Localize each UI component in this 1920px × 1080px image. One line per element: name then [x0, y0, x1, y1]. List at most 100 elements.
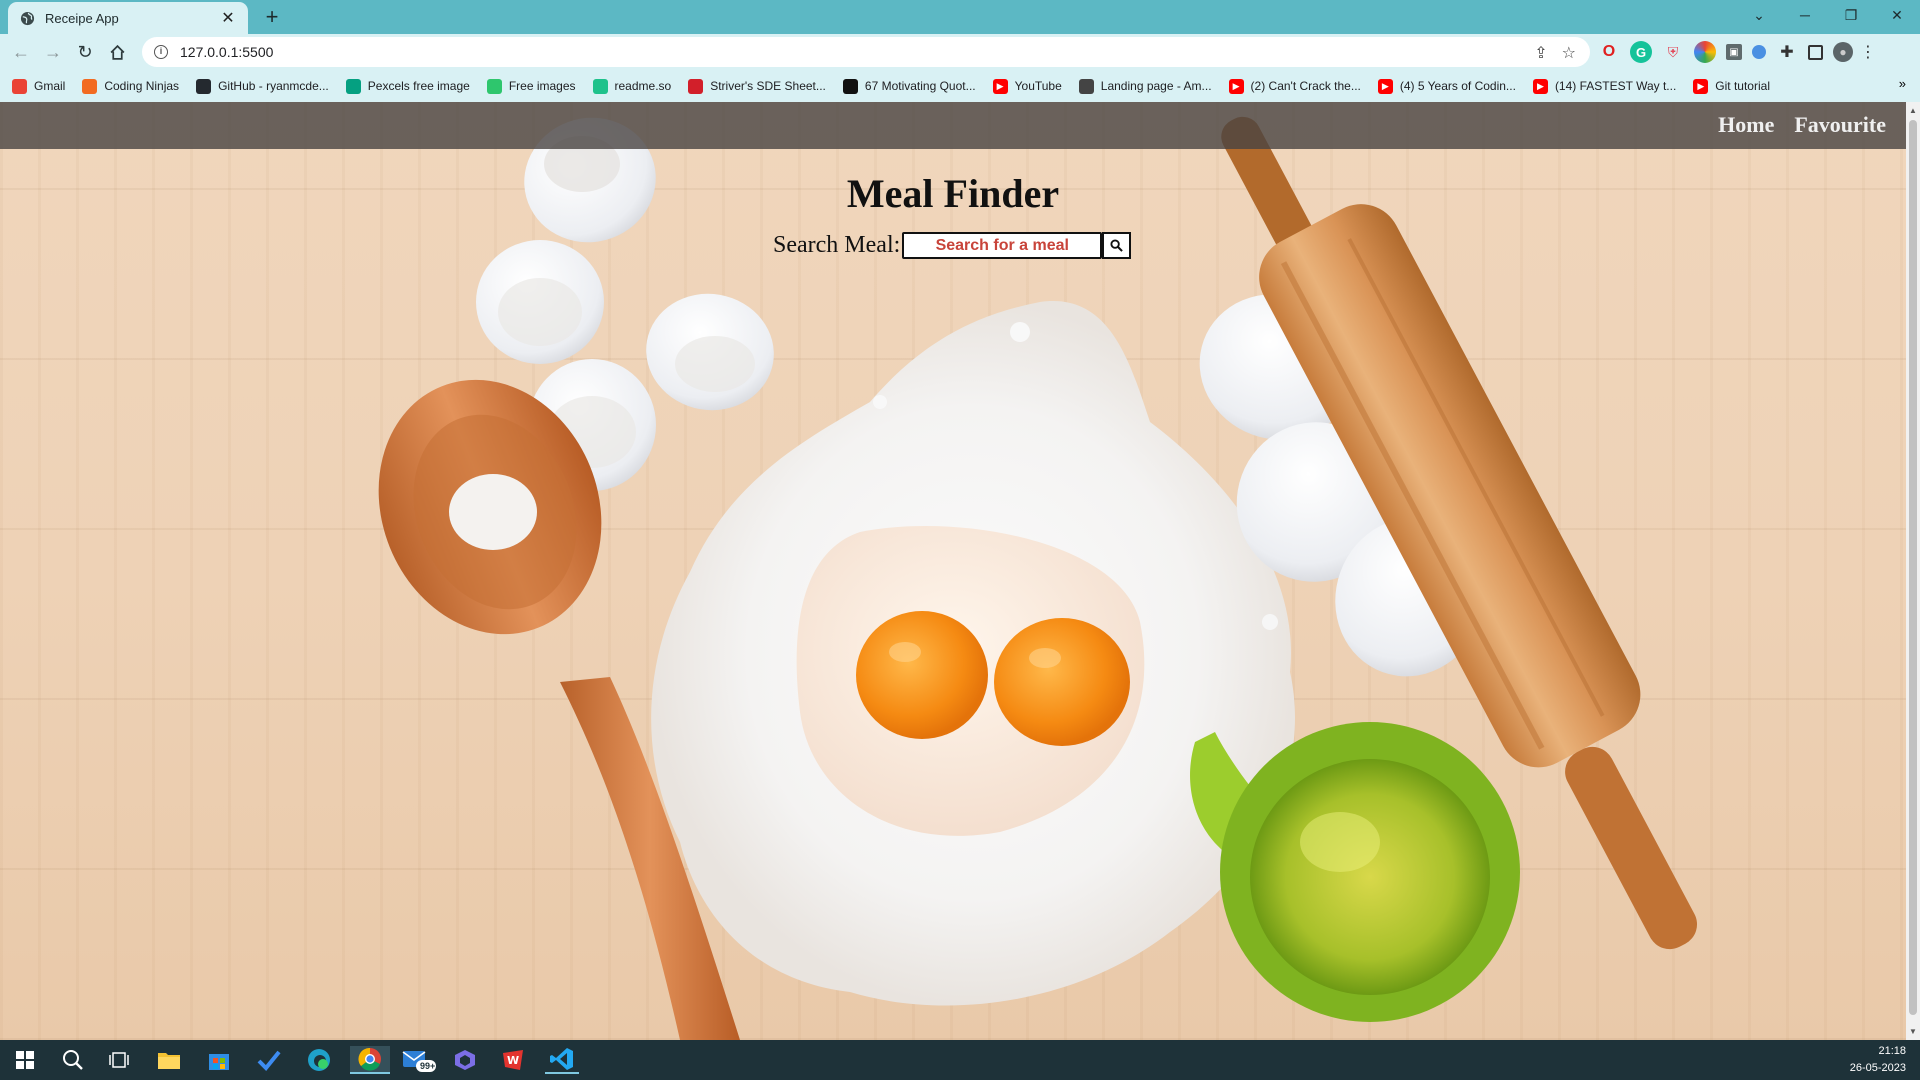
bookmark-label: (14) FASTEST Way t...	[1554, 79, 1677, 93]
avatar[interactable]: ●	[1833, 42, 1853, 62]
bookmark-item[interactable]: ▶ (4) 5 Years of Codin...	[1377, 78, 1516, 94]
scroll-up-icon[interactable]: ▲	[1909, 106, 1917, 115]
site-info-icon[interactable]: i	[154, 45, 168, 59]
bookmark-label: Striver's SDE Sheet...	[710, 79, 826, 93]
bookmark-label: Git tutorial	[1715, 79, 1770, 93]
hourglass-icon	[842, 78, 858, 94]
mail-badge: 99+	[420, 1061, 436, 1071]
bookmark-item[interactable]: ▶ (2) Can't Crack the...	[1228, 78, 1361, 94]
bookmark-item[interactable]: ▶ (14) FASTEST Way t...	[1532, 78, 1677, 94]
site-navbar: Home Favourite	[0, 102, 1906, 149]
back-icon[interactable]: ←	[8, 39, 34, 65]
bookmark-item[interactable]: Landing page - Am...	[1078, 78, 1212, 94]
url-text: 127.0.0.1:5500	[180, 44, 274, 60]
youtube-icon: ▶	[1693, 78, 1709, 94]
pixel-app-icon[interactable]	[448, 1046, 482, 1074]
bookmark-item[interactable]: Coding Ninjas	[82, 78, 180, 94]
screenshot-icon[interactable]: ▣	[1726, 44, 1742, 60]
web-page: Home Favourite Meal Finder Search Meal:	[0, 102, 1906, 1040]
bookmarks-bar: Gmail Coding Ninjas GitHub - ryanmcde... Pe…	[0, 70, 1920, 102]
scroll-down-icon[interactable]: ▼	[1909, 1027, 1917, 1036]
youtube-icon: ▶	[1377, 78, 1393, 94]
bookmark-label: Coding Ninjas	[104, 79, 180, 93]
browser-tab[interactable]: Receipe App ✕	[8, 2, 248, 34]
page-title: Meal Finder	[846, 171, 1060, 216]
mail-icon[interactable]: 99+	[402, 1046, 436, 1074]
edge-icon[interactable]	[302, 1046, 336, 1074]
nav-home-link[interactable]: Home	[1718, 112, 1774, 138]
landing-icon	[1078, 78, 1094, 94]
tab-search-icon[interactable]: ⌄	[1736, 0, 1782, 30]
globe-icon	[20, 11, 35, 26]
pixabay-icon	[486, 78, 502, 94]
sidepanel-icon[interactable]	[1808, 44, 1823, 60]
shield-icon[interactable]: ⛨	[1662, 41, 1684, 63]
address-bar[interactable]: i 127.0.0.1:5500 ⇪ ☆	[142, 37, 1590, 67]
page-scrollbar[interactable]: ▲ ▼	[1906, 102, 1920, 1040]
file-explorer-icon[interactable]	[152, 1046, 186, 1074]
bookmark-label: (2) Can't Crack the...	[1250, 79, 1361, 93]
clock-time: 21:18	[1878, 1045, 1906, 1057]
nav-favourite-link[interactable]: Favourite	[1794, 112, 1886, 138]
reload-icon[interactable]: ↻	[72, 39, 98, 65]
takeuforward-icon	[688, 78, 704, 94]
opera-icon[interactable]: O	[1598, 41, 1620, 63]
restore-icon[interactable]: ❐	[1828, 0, 1874, 30]
close-tab-icon[interactable]: ✕	[220, 8, 236, 28]
bookmark-item[interactable]: ▶ Git tutorial	[1693, 78, 1770, 94]
extension-blue-icon[interactable]	[1752, 45, 1766, 59]
bookmark-item[interactable]: 67 Motivating Quot...	[842, 78, 976, 94]
grammarly-icon[interactable]: G	[1630, 41, 1652, 63]
bookmark-item[interactable]: GitHub - ryanmcde...	[196, 78, 329, 94]
youtube-icon: ▶	[992, 78, 1008, 94]
bookmark-item[interactable]: Gmail	[12, 78, 66, 94]
color-picker-icon[interactable]	[1694, 41, 1716, 63]
task-view-icon[interactable]	[102, 1046, 136, 1074]
tab-strip: Receipe App ✕ + ⌄ ─ ❐ ✕	[0, 0, 1920, 34]
bookmark-item[interactable]: Striver's SDE Sheet...	[688, 78, 826, 94]
gmail-icon	[12, 78, 27, 94]
scroll-thumb[interactable]	[1909, 120, 1917, 1015]
puzzle-icon[interactable]: ✚	[1776, 41, 1798, 63]
bookmark-label: YouTube	[1014, 79, 1062, 93]
bookmark-item[interactable]: readme.so	[592, 78, 672, 94]
new-tab-button[interactable]: +	[258, 4, 286, 30]
search-form: Search Meal:	[773, 232, 1132, 259]
tab-title: Receipe App	[45, 10, 119, 26]
home-icon[interactable]	[104, 39, 130, 65]
share-icon[interactable]: ⇪	[1534, 43, 1547, 63]
search-input[interactable]	[902, 232, 1103, 259]
bookmark-item[interactable]: Pexcels free image	[345, 78, 470, 94]
magnifier-icon	[1110, 239, 1124, 252]
more-bookmarks-icon[interactable]: »	[1899, 76, 1906, 91]
menu-icon[interactable]: ⋮	[1860, 41, 1876, 63]
coding-ninjas-icon	[82, 78, 98, 94]
bookmark-label: Free images	[508, 79, 576, 93]
bookmark-item[interactable]: ▶ YouTube	[992, 78, 1062, 94]
bookmark-label: Gmail	[34, 79, 66, 93]
vscode-icon[interactable]	[545, 1046, 579, 1074]
search-button[interactable]	[1102, 232, 1132, 259]
windows-taskbar: 99+ W 21:18 26-05-2023	[0, 1040, 1920, 1080]
github-icon	[196, 78, 212, 94]
minimize-icon[interactable]: ─	[1782, 0, 1828, 30]
windows-start-icon[interactable]	[8, 1046, 42, 1074]
forward-icon[interactable]: →	[40, 39, 66, 65]
browser-toolbar: ← → ↻ i 127.0.0.1:5500 ⇪ ☆ O G ⛨ ▣ ✚ ● ⋮	[0, 34, 1920, 70]
bookmark-label: GitHub - ryanmcde...	[218, 79, 329, 93]
extensions-area: O G ⛨ ▣ ✚ ● ⋮	[1598, 41, 1876, 63]
bookmark-label: readme.so	[614, 79, 672, 93]
search-icon[interactable]	[56, 1046, 90, 1074]
bookmark-item[interactable]: Free images	[486, 78, 576, 94]
search-label: Search Meal:	[773, 232, 901, 258]
chrome-icon[interactable]	[350, 1046, 390, 1074]
todo-check-icon[interactable]	[252, 1046, 286, 1074]
bookmark-label: (4) 5 Years of Codin...	[1399, 79, 1516, 93]
system-clock[interactable]: 21:18 26-05-2023	[1850, 1043, 1906, 1077]
store-icon[interactable]	[202, 1046, 236, 1074]
close-window-icon[interactable]: ✕	[1874, 0, 1920, 30]
wps-office-icon[interactable]: W	[496, 1046, 530, 1074]
readme-icon	[592, 78, 608, 94]
bookmark-star-icon[interactable]: ☆	[1562, 43, 1576, 63]
bookmark-label: Pexcels free image	[367, 79, 470, 93]
